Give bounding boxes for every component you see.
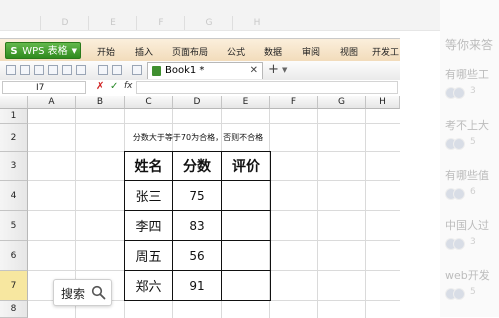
column-header[interactable]: E <box>222 96 270 109</box>
confirm-icon[interactable]: ✓ <box>110 81 118 92</box>
column-header[interactable]: G <box>318 96 366 109</box>
avatar-group <box>445 87 467 99</box>
student-name[interactable]: 张三 <box>125 181 172 210</box>
undo-icon[interactable] <box>98 65 108 75</box>
row-header[interactable]: 6 <box>0 241 28 271</box>
search-button-label: 搜索 <box>61 287 86 301</box>
print-preview-icon[interactable] <box>62 65 72 75</box>
student-score[interactable]: 75 <box>173 181 221 210</box>
column-header[interactable]: D <box>173 96 222 109</box>
format-painter-icon[interactable] <box>76 65 86 75</box>
open-file-icon[interactable] <box>20 65 30 75</box>
avatar-group <box>445 238 467 250</box>
magnifier-icon <box>91 285 106 304</box>
tab-view[interactable]: 视图 <box>340 45 358 58</box>
faded-column-header: F <box>136 16 185 30</box>
new-file-icon[interactable] <box>6 65 16 75</box>
gridline <box>317 109 318 318</box>
avatar-group <box>445 188 467 200</box>
student-name[interactable]: 郑六 <box>125 271 172 300</box>
column-header[interactable]: B <box>76 96 125 109</box>
student-score[interactable]: 91 <box>173 271 221 300</box>
faded-column-header: D <box>40 16 89 30</box>
new-tab-plus-icon[interactable]: + <box>268 63 279 77</box>
tab-home[interactable]: 开始 <box>97 45 115 58</box>
answer-count: 3 <box>470 237 476 247</box>
tab-formulas[interactable]: 公式 <box>227 45 245 58</box>
criteria-note: 分数大于等于70为合格，否则不合格 <box>132 133 264 142</box>
column-header[interactable]: A <box>28 96 76 109</box>
wps-spreadsheet-window: S WPS 表格 ▼ 开始 插入 页面布局 公式 数据 审阅 视图 开发工 Bo… <box>0 38 400 318</box>
column-header[interactable]: C <box>125 96 173 109</box>
header-name: 姓名 <box>134 159 163 175</box>
panel-heading: 等你来答 <box>445 38 494 52</box>
name-box[interactable]: I7 <box>2 81 86 94</box>
workbook-tab[interactable]: Book1 * ✕ <box>147 62 263 79</box>
tab-data[interactable]: 数据 <box>264 45 282 58</box>
student-score[interactable]: 83 <box>173 211 221 240</box>
column-header[interactable]: H <box>366 96 400 109</box>
faded-column-header: E <box>88 16 137 30</box>
chevron-down-icon[interactable]: ▼ <box>282 66 287 74</box>
tab-insert[interactable]: 插入 <box>135 45 153 58</box>
row-header[interactable]: 4 <box>0 181 28 211</box>
student-evaluation[interactable] <box>222 241 270 270</box>
chevron-down-icon: ▼ <box>71 47 77 55</box>
student-evaluation[interactable] <box>222 211 270 240</box>
header-score: 分数 <box>183 159 211 175</box>
wps-menu-button[interactable]: S WPS 表格 ▼ <box>5 42 81 59</box>
customize-toolbar-icon[interactable] <box>132 65 142 75</box>
question-link[interactable]: 考不上大 <box>445 117 489 133</box>
side-question-panel: 等你来答 有哪些工 3 考不上大 5 有哪些值 6 中国人过 3 web开发 5 <box>440 0 499 317</box>
workbook-tab-title: Book1 * <box>165 65 205 76</box>
student-name[interactable]: 周五 <box>125 241 172 270</box>
wps-logo-icon: S <box>10 46 18 57</box>
row-header[interactable]: 2 <box>0 124 28 152</box>
select-all-corner[interactable] <box>0 96 28 109</box>
formula-bar: I7 ✗ ✓ fx <box>0 80 400 97</box>
wps-menu-label: WPS 表格 <box>22 46 68 57</box>
answer-count: 3 <box>470 86 476 96</box>
student-score[interactable]: 56 <box>173 241 221 270</box>
tab-developer[interactable]: 开发工 <box>372 45 399 58</box>
question-link[interactable]: 有哪些值 <box>445 167 489 183</box>
column-header[interactable]: F <box>270 96 318 109</box>
answer-count: 6 <box>470 187 476 197</box>
row-header[interactable]: 8 <box>0 301 28 318</box>
workbook-icon <box>152 66 161 76</box>
tab-review[interactable]: 审阅 <box>302 45 320 58</box>
student-name[interactable]: 李四 <box>125 211 172 240</box>
avatar-group <box>445 288 467 300</box>
search-button[interactable]: 搜索 <box>53 279 112 306</box>
function-icon[interactable]: fx <box>124 81 133 91</box>
print-icon[interactable] <box>48 65 58 75</box>
avatar-group <box>445 138 467 150</box>
redo-icon[interactable] <box>112 65 122 75</box>
question-link[interactable]: 有哪些工 <box>445 66 489 82</box>
row-header[interactable]: 3 <box>0 152 28 181</box>
table-border <box>124 300 271 301</box>
row-header[interactable]: 5 <box>0 211 28 241</box>
formula-input[interactable] <box>136 81 398 94</box>
ribbon-tab-bar: S WPS 表格 ▼ 开始 插入 页面布局 公式 数据 审阅 视图 开发工 <box>0 39 400 62</box>
row-header[interactable]: 1 <box>0 109 28 124</box>
student-evaluation[interactable] <box>222 271 270 300</box>
tab-page-layout[interactable]: 页面布局 <box>172 45 208 58</box>
row-header-selected[interactable]: 7 <box>0 271 28 301</box>
question-link[interactable]: 中国人过 <box>445 217 489 233</box>
question-link[interactable]: web开发 <box>445 267 490 283</box>
faded-column-header: H <box>232 16 281 30</box>
quick-access-toolbar: Book1 * ✕ + ▼ <box>0 61 400 81</box>
answer-count: 5 <box>470 287 476 297</box>
gridline <box>365 109 366 318</box>
header-evaluation: 评价 <box>232 159 260 175</box>
save-icon[interactable] <box>34 65 44 75</box>
close-icon[interactable]: ✕ <box>250 63 258 79</box>
cancel-icon[interactable]: ✗ <box>96 81 104 92</box>
faded-column-header: G <box>184 16 233 30</box>
background-sheet-strip: D E F G H <box>0 0 440 31</box>
student-evaluation[interactable] <box>222 181 270 210</box>
answer-count: 5 <box>470 137 476 147</box>
table-border <box>270 151 271 301</box>
